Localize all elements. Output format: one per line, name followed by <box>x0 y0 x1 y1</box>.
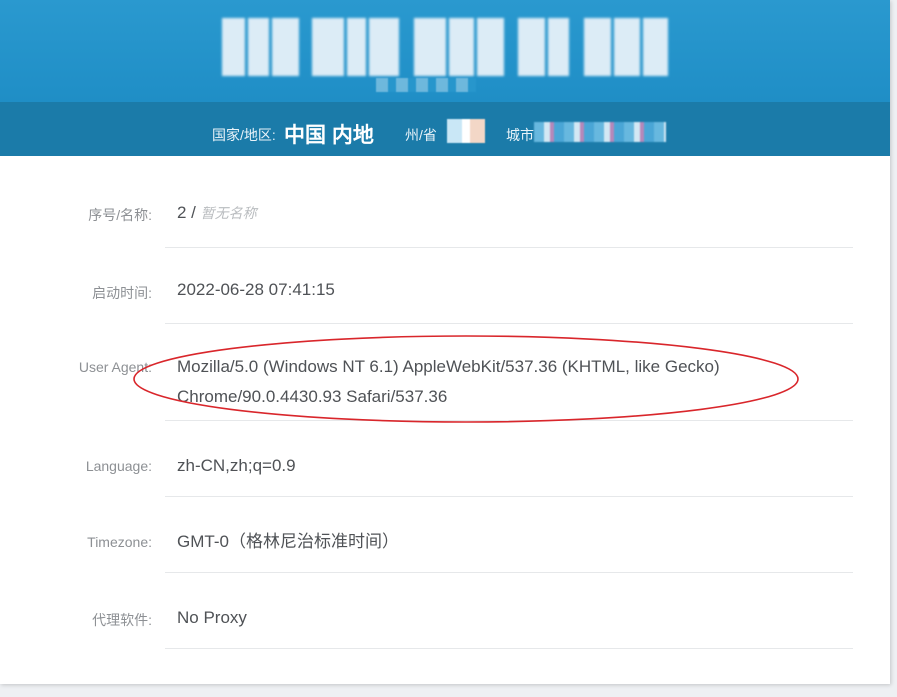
detail-value: 2 / 暂无名称 <box>177 198 257 228</box>
detail-row-timezone: Timezone: GMT-0（格林尼治标准时间） <box>0 497 890 573</box>
detail-value-line2: Chrome/90.0.4430.93 Safari/537.36 <box>177 387 448 406</box>
city-label: 城市 <box>506 127 534 143</box>
detail-value-line1: Mozilla/5.0 (Windows NT 6.1) AppleWebKit… <box>177 357 720 376</box>
detail-label: User Agent: <box>78 359 152 375</box>
ip-info-card: 国家/地区: 中国 内地 州/省 城市 序号/名称: 2 / 暂无名称 启动时间… <box>0 0 890 684</box>
detail-label: 启动时间: <box>92 285 152 301</box>
country-label: 国家/地区: <box>212 127 276 143</box>
ip-banner <box>0 0 890 102</box>
detail-value: GMT-0（格林尼治标准时间） <box>177 532 399 551</box>
detail-value: 2022-06-28 07:41:15 <box>177 280 335 299</box>
province-value-redacted <box>447 119 485 143</box>
detail-value-muted: 暂无名称 <box>200 205 257 221</box>
province-label: 州/省 <box>405 127 437 143</box>
detail-row-language: Language: zh-CN,zh;q=0.9 <box>0 421 890 497</box>
detail-label: 序号/名称: <box>88 207 152 223</box>
detail-label: 代理软件: <box>92 612 152 628</box>
detail-row-start-time: 启动时间: 2022-06-28 07:41:15 <box>0 248 890 324</box>
country-value: 中国 内地 <box>284 124 374 147</box>
city-value-redacted <box>534 122 666 142</box>
ip-address-redacted <box>222 18 668 76</box>
detail-value: No Proxy <box>177 608 247 627</box>
ip-redaction-strip <box>376 78 476 92</box>
row-divider <box>165 648 853 649</box>
location-bar: 国家/地区: 中国 内地 州/省 城市 <box>0 102 890 156</box>
details-list: 序号/名称: 2 / 暂无名称 启动时间: 2022-06-28 07:41:1… <box>0 172 890 649</box>
detail-label: Timezone: <box>87 534 152 550</box>
detail-label: Language: <box>85 458 152 474</box>
detail-row-name: 序号/名称: 2 / 暂无名称 <box>0 172 890 248</box>
detail-row-user-agent: User Agent: Mozilla/5.0 (Windows NT 6.1)… <box>0 324 890 421</box>
detail-value-main: 2 / <box>177 203 201 222</box>
detail-row-proxy: 代理软件: No Proxy <box>0 573 890 649</box>
detail-value: zh-CN,zh;q=0.9 <box>177 456 296 475</box>
